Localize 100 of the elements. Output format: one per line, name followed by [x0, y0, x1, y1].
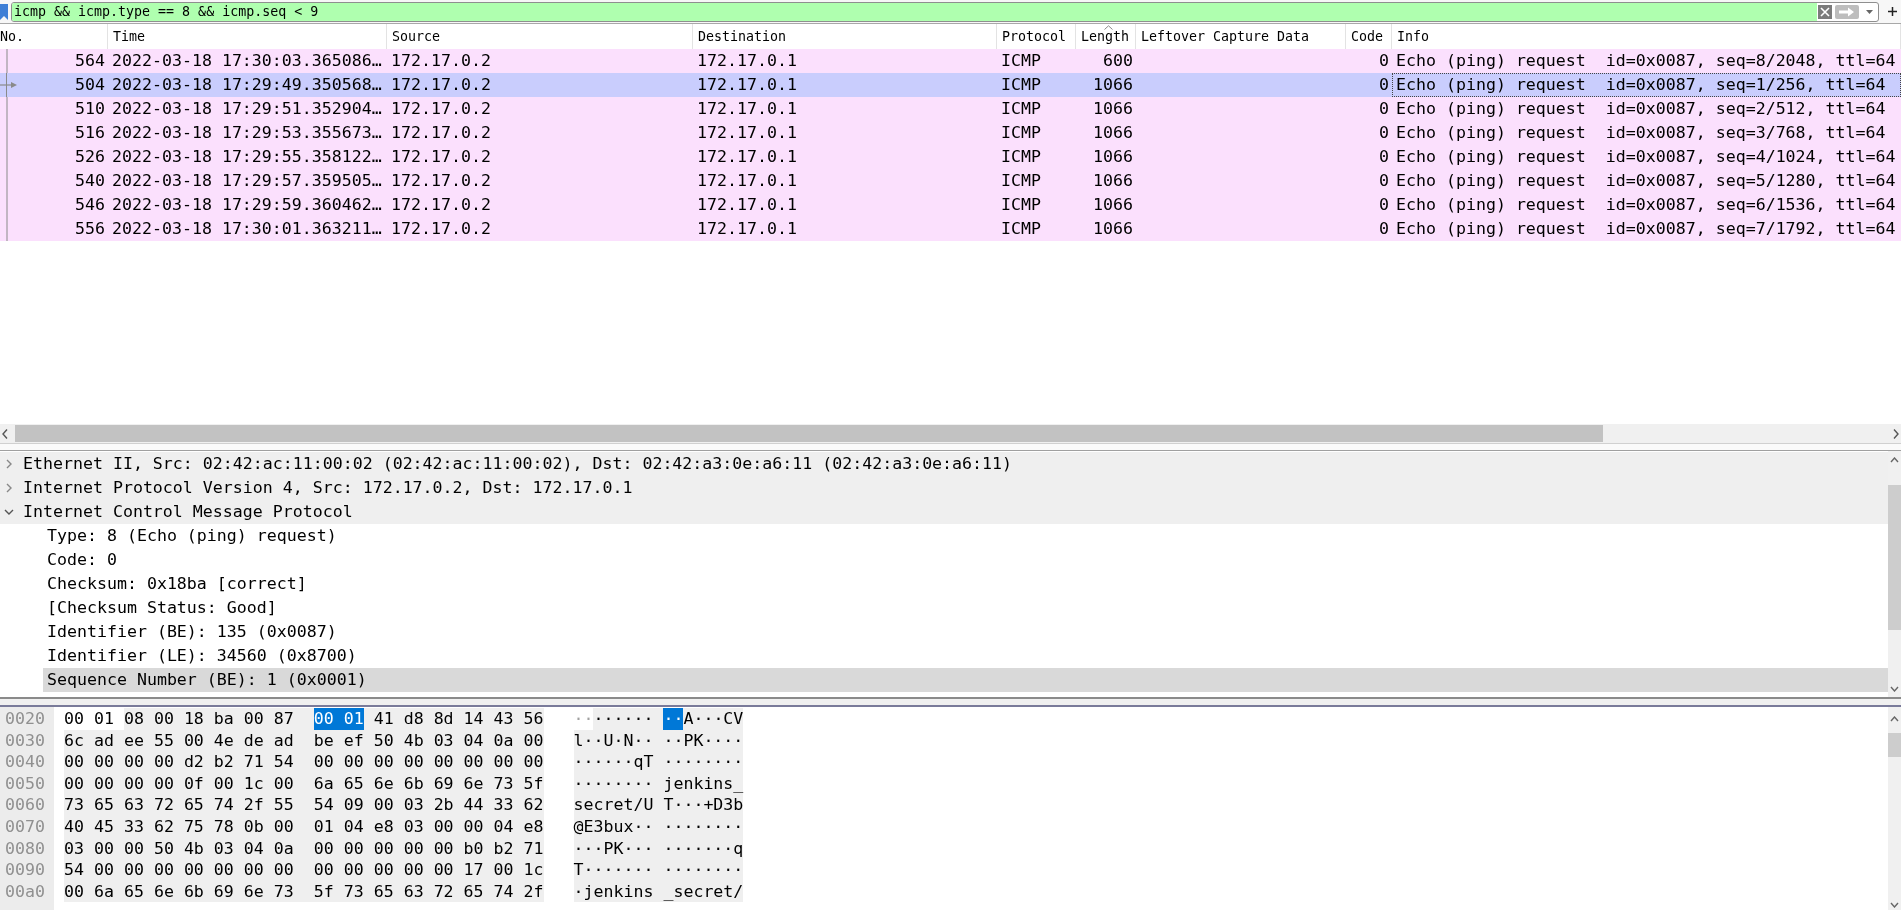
- packet-row[interactable]: 556 2022-03-18 17:30:01.363211… 172.17.0.2 172.17.0.1 ICMP 1066 0 Echo (ping) request id=0x0087, seq=7/1792, ttl=64: [0, 217, 1901, 241]
- packet-number: 510: [75, 98, 105, 120]
- protocol-name: ICMP: [1000, 146, 1042, 168]
- source-address: 172.17.0.2: [390, 170, 492, 192]
- packet-length: 1066: [1092, 170, 1134, 192]
- hex-bytes[interactable]: 41 d8 8d 14 43 56: [363, 708, 544, 730]
- chevron-right-icon[interactable]: [6, 459, 12, 469]
- bookmark-icon[interactable]: [0, 3, 8, 20]
- ascii-characters[interactable]: secret/U: [573, 794, 664, 816]
- protocol-name: ICMP: [1000, 98, 1042, 120]
- ascii-characters[interactable]: T·······: [573, 859, 664, 881]
- scroll-down-icon[interactable]: [1890, 685, 1899, 692]
- destination-address: 172.17.0.1: [696, 218, 798, 240]
- code-value: 0: [1378, 146, 1390, 168]
- tree-item[interactable]: Type: 8 (Echo (ping) request): [43, 524, 337, 548]
- tree-item[interactable]: Internet Protocol Version 4, Src: 172.17.0.2, Dst: 172.17.0.1: [0, 476, 1888, 500]
- ascii-characters[interactable]: ·······q: [663, 837, 744, 860]
- chevron-down-icon[interactable]: [4, 509, 14, 515]
- packet-row[interactable]: 526 2022-03-18 17:29:55.358122… 172.17.0.2 172.17.0.1 ICMP 1066 0 Echo (ping) request id=0x0087, seq=4/1024, ttl=64: [0, 145, 1901, 169]
- hex-offset: 0020: [4, 708, 46, 730]
- scroll-left-icon[interactable]: [2, 428, 8, 439]
- tree-item[interactable]: Internet Control Message Protocol: [0, 500, 1888, 524]
- packet-number: 526: [75, 146, 105, 168]
- packet-row[interactable]: 546 2022-03-18 17:29:59.360462… 172.17.0.2 172.17.0.1 ICMP 1066 0 Echo (ping) request id=0x0087, seq=6/1536, ttl=64: [0, 193, 1901, 217]
- packet-time: 2022-03-18 17:29:55.358122…: [111, 146, 383, 168]
- hex-bytes[interactable]: 54 09 00 03 2b 44 33 62: [313, 794, 544, 816]
- ascii-characters[interactable]: ···PK···: [573, 837, 664, 860]
- hex-bytes[interactable]: 00 00 00 00 00 00 00 00: [313, 751, 544, 773]
- packet-time: 2022-03-18 17:29:51.352904…: [111, 98, 383, 120]
- hex-bytes[interactable]: be ef 50 4b 03 04 0a 00: [313, 729, 544, 752]
- scroll-up-icon[interactable]: [1890, 715, 1899, 722]
- ascii-characters[interactable]: ·jenkins: [573, 880, 664, 903]
- ascii-characters[interactable]: jenkins_: [663, 772, 744, 795]
- protocol-name: ICMP: [1000, 122, 1042, 144]
- hex-bytes[interactable]: 40 45 33 62 75 78 0b 00: [64, 815, 314, 838]
- hex-bytes[interactable]: 5f 73 65 63 72 65 74 2f: [313, 880, 544, 903]
- tree-item[interactable]: Sequence Number (BE): 1 (0x0001): [43, 668, 1888, 692]
- ascii-characters[interactable]: T···+D3b: [663, 794, 744, 816]
- tree-item[interactable]: Code: 0: [43, 548, 117, 572]
- hex-bytes[interactable]: 00 00 00 00 0f 00 1c 00: [64, 772, 314, 795]
- hex-offset: 0080: [4, 837, 46, 860]
- tree-item[interactable]: Ethernet II, Src: 02:42:ac:11:00:02 (02:42:ac:11:00:02), Dst: 02:42:a3:0e:a6:11 (02:42:a3:0e:a6:11): [0, 452, 1888, 476]
- source-address: 172.17.0.2: [390, 218, 492, 240]
- packet-row[interactable]: 516 2022-03-18 17:29:53.355673… 172.17.0.2 172.17.0.1 ICMP 1066 0 Echo (ping) request id=0x0087, seq=3/768, ttl=64: [0, 121, 1901, 145]
- tree-item[interactable]: Checksum: 0x18ba [correct]: [43, 572, 307, 596]
- vertical-scrollbar[interactable]: [1888, 451, 1901, 697]
- scroll-down-icon[interactable]: [1890, 902, 1899, 908]
- hex-bytes[interactable]: 00 00 00 00 d2 b2 71 54: [64, 751, 314, 773]
- tree-item[interactable]: [Checksum Status: Good]: [43, 596, 277, 620]
- chevron-right-icon[interactable]: [6, 483, 12, 493]
- protocol-name: ICMP: [1000, 218, 1042, 240]
- hex-bytes[interactable]: 01 04 e8 03 00 00 04 e8: [313, 815, 544, 838]
- packet-row[interactable]: 504 2022-03-18 17:29:49.350568… 172.17.0.2 172.17.0.1 ICMP 1066 0 Echo (ping) request id=0x0087, seq=1/256, ttl=64: [0, 73, 1901, 97]
- ascii-characters[interactable]: A···CV: [683, 708, 744, 730]
- clear-icon[interactable]: [1818, 4, 1832, 19]
- ascii-characters[interactable]: ········: [663, 859, 744, 881]
- ascii-characters[interactable]: @E3bux··: [573, 815, 664, 838]
- hex-bytes[interactable]: 54 00 00 00 00 00 00 00: [64, 859, 314, 881]
- scroll-up-icon[interactable]: [1890, 456, 1899, 463]
- ascii-characters[interactable]: ········: [663, 751, 744, 773]
- ascii-characters[interactable]: ········: [573, 772, 664, 795]
- selected-bytes[interactable]: 00 01: [313, 708, 364, 730]
- ascii-characters[interactable]: ······: [593, 708, 664, 730]
- ascii-characters[interactable]: ········: [663, 815, 744, 838]
- packet-time: 2022-03-18 17:30:03.365086…: [111, 50, 383, 72]
- tree-item[interactable]: Identifier (BE): 135 (0x0087): [43, 620, 337, 644]
- ascii-characters[interactable]: l··U·N··: [573, 729, 664, 752]
- packet-length: 1066: [1092, 218, 1134, 240]
- hex-bytes[interactable]: 00 00 00 00 00 17 00 1c: [313, 859, 544, 881]
- horizontal-scrollbar[interactable]: [0, 424, 1901, 443]
- code-value: 0: [1378, 122, 1390, 144]
- scrollbar-thumb[interactable]: [15, 425, 1603, 442]
- hex-bytes[interactable]: 00 01: [64, 708, 124, 730]
- filter-field[interactable]: icmp && icmp.type == 8 && icmp.seq < 9: [12, 2, 1817, 21]
- plus-icon[interactable]: [1888, 7, 1897, 16]
- scrollbar-thumb[interactable]: [1888, 733, 1901, 757]
- dropdown-caret-icon[interactable]: [1866, 9, 1873, 14]
- selected-characters[interactable]: ··: [663, 708, 684, 730]
- hex-bytes[interactable]: 73 65 63 72 65 74 2f 55: [64, 794, 314, 816]
- pane-splitter[interactable]: [0, 697, 1901, 707]
- scroll-right-icon[interactable]: [1893, 428, 1899, 439]
- hex-bytes[interactable]: 6a 65 6e 6b 69 6e 73 5f: [313, 772, 544, 795]
- hex-bytes[interactable]: 08 00 18 ba 00 87: [123, 708, 314, 730]
- ascii-characters[interactable]: ······qT: [573, 751, 664, 773]
- hex-bytes[interactable]: 6c ad ee 55 00 4e de ad: [64, 729, 314, 752]
- packet-row[interactable]: 540 2022-03-18 17:29:57.359505… 172.17.0.2 172.17.0.1 ICMP 1066 0 Echo (ping) request id=0x0087, seq=5/1280, ttl=64: [0, 169, 1901, 193]
- packet-length: 1066: [1092, 122, 1134, 144]
- scrollbar-thumb[interactable]: [1888, 485, 1901, 630]
- hex-bytes[interactable]: 00 00 00 00 00 b0 b2 71: [313, 837, 544, 860]
- packet-row[interactable]: 564 2022-03-18 17:30:03.365086… 172.17.0.2 172.17.0.1 ICMP 600 0 Echo (ping) request id=0x0087, seq=8/2048, ttl=64: [0, 49, 1901, 73]
- destination-address: 172.17.0.1: [696, 146, 798, 168]
- ascii-characters[interactable]: _secret/: [663, 880, 744, 903]
- hex-bytes[interactable]: 03 00 00 50 4b 03 04 0a: [64, 837, 314, 860]
- hex-bytes[interactable]: 00 6a 65 6e 6b 69 6e 73: [64, 880, 314, 903]
- ascii-characters[interactable]: ··PK····: [663, 729, 744, 752]
- vertical-scrollbar[interactable]: [1888, 707, 1901, 910]
- packet-row[interactable]: 510 2022-03-18 17:29:51.352904… 172.17.0.2 172.17.0.1 ICMP 1066 0 Echo (ping) request id=0x0087, seq=2/512, ttl=64: [0, 97, 1901, 121]
- packet-info: Echo (ping) request id=0x0087, seq=3/768, ttl=64: [1395, 122, 1887, 144]
- code-value: 0: [1378, 74, 1390, 96]
- tree-item[interactable]: Identifier (LE): 34560 (0x8700): [43, 644, 357, 668]
